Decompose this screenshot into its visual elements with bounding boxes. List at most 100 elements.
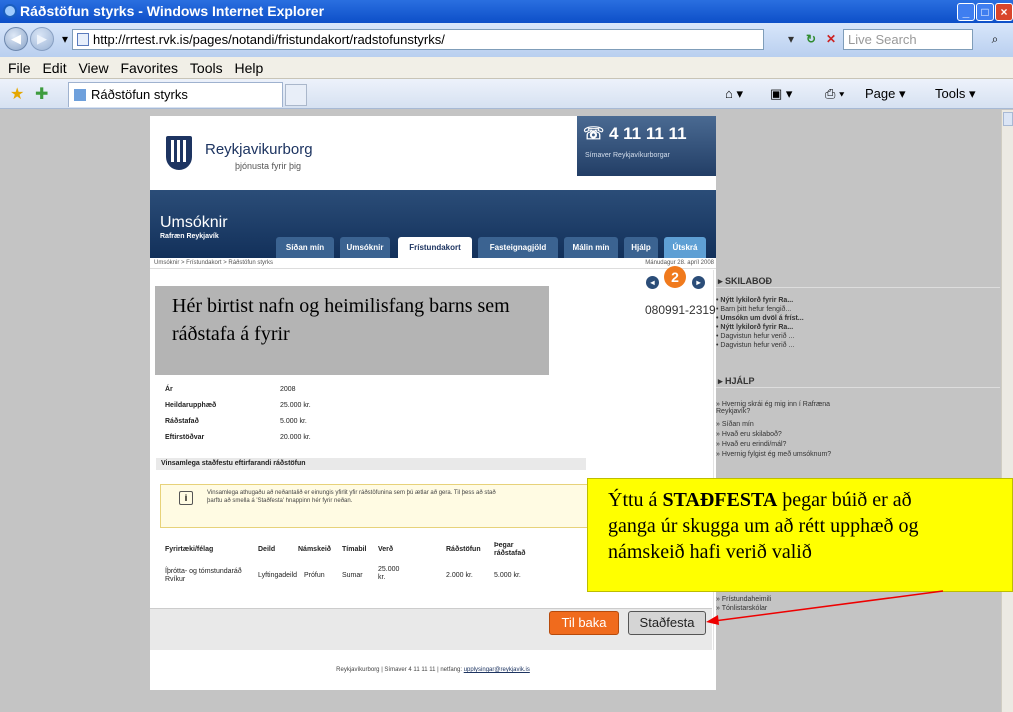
overlay-note: Hér birtist nafn og heimilisfang barns s… bbox=[172, 295, 510, 345]
nav-tab-utskra[interactable]: Útskrá bbox=[664, 237, 706, 258]
home-icon[interactable]: ⌂ ▾ bbox=[725, 85, 743, 103]
menu-favorites[interactable]: Favorites bbox=[112, 57, 178, 79]
feeds-icon[interactable]: ▣ ▾ bbox=[770, 85, 792, 103]
help-link[interactable]: » Hvað eru skilaboð? bbox=[716, 431, 782, 438]
favorites-star-icon[interactable]: ★ bbox=[10, 84, 24, 104]
page-icon bbox=[77, 33, 89, 46]
menu-bar: File Edit View Favorites Tools Help bbox=[0, 57, 1013, 79]
table-cell: Sumar bbox=[342, 572, 363, 579]
site-brand[interactable]: Reykjavikurborg bbox=[205, 141, 313, 158]
child-id-number: 080991-2319 bbox=[645, 303, 716, 317]
summary-label: Ár bbox=[165, 386, 173, 393]
phone-box: ☏ 4 11 11 11 Símaver Reykjavíkurborgar bbox=[577, 116, 716, 176]
message-item[interactable]: • Barn þitt hefur fengið... bbox=[716, 306, 791, 313]
new-tab-button[interactable] bbox=[285, 84, 307, 106]
table-header: Fyrirtæki/félag bbox=[165, 546, 214, 553]
address-toolbar: ◀ ▶ ▾ http://rrtest.rvk.is/pages/notandi… bbox=[0, 23, 1013, 57]
phone-label: Símaver Reykjavíkurborgar bbox=[585, 152, 670, 159]
forward-arrow-icon[interactable]: ▶ bbox=[30, 27, 54, 51]
info-text: Vinsamlega athugaðu að neðantalið er ein… bbox=[207, 490, 496, 504]
callout-text: Ýttu á STAÐFESTA þegar búið er að ganga … bbox=[608, 489, 919, 563]
message-item[interactable]: • Nýtt lykilorð fyrir Ra... bbox=[716, 324, 793, 331]
add-favorite-icon[interactable]: ✚ bbox=[35, 84, 48, 104]
footer-text: Reykjavíkurborg | Símaver 4 11 11 11 | n… bbox=[336, 667, 464, 673]
instruction-callout: Ýttu á STAÐFESTA þegar búið er að ganga … bbox=[587, 478, 1013, 592]
browser-tab[interactable]: Ráðstöfun styrks bbox=[68, 82, 283, 107]
callout-arrow bbox=[706, 590, 944, 625]
browser-tab-title: Ráðstöfun styrks bbox=[91, 87, 188, 102]
maximize-button[interactable]: □ bbox=[976, 3, 994, 21]
help-link[interactable]: » Hvað eru erindi/mál? bbox=[716, 441, 786, 448]
sidebar-messages-title: ▸ SKILABOÐ bbox=[716, 274, 1000, 288]
table-header: Þegar ráðstafað bbox=[494, 542, 526, 557]
section-banner: Umsóknir Rafræn Reykjavík Síðan mín Umsó… bbox=[150, 190, 716, 258]
table-cell: Lyftingadeild bbox=[258, 572, 298, 579]
menu-view[interactable]: View bbox=[70, 57, 108, 79]
nav-tab-umsoknir[interactable]: Umsóknir bbox=[340, 237, 390, 258]
help-link[interactable]: » Hvernig fylgist ég með umsóknum? bbox=[716, 451, 836, 458]
confirm-button[interactable]: Staðfesta bbox=[628, 611, 706, 635]
url-text: http://rrtest.rvk.is/pages/notandi/frist… bbox=[93, 32, 445, 47]
page-menu[interactable]: Page ▾ bbox=[865, 85, 906, 103]
search-input[interactable]: Live Search bbox=[843, 29, 973, 50]
nav-tab-hjalp[interactable]: Hjálp bbox=[624, 237, 658, 258]
footer-email-link[interactable]: upplysingar@reykjavik.is bbox=[464, 667, 530, 673]
nav-tab-malin-min[interactable]: Málin mín bbox=[564, 237, 618, 258]
section-subtitle: Rafræn Reykjavík bbox=[160, 233, 219, 240]
menu-help[interactable]: Help bbox=[227, 57, 264, 79]
menu-tools[interactable]: Tools bbox=[182, 57, 223, 79]
site-header: Reykjavikurborg þjónusta fyrir þig ☏ 4 1… bbox=[150, 116, 716, 190]
message-item[interactable]: • Nýtt lykilorð fyrir Ra... bbox=[716, 297, 793, 304]
summary-label: Ráðstafað bbox=[165, 418, 199, 425]
vertical-scrollbar[interactable] bbox=[1001, 110, 1013, 712]
summary-value: 5.000 kr. bbox=[280, 418, 307, 425]
search-icon[interactable]: ⌕ bbox=[985, 30, 1005, 48]
ie-icon bbox=[3, 4, 17, 18]
table-cell: 2.000 kr. bbox=[446, 572, 473, 579]
tab-page-icon bbox=[74, 89, 86, 101]
address-input[interactable]: http://rrtest.rvk.is/pages/notandi/frist… bbox=[72, 29, 764, 50]
next-step-icon[interactable]: ▸ bbox=[692, 276, 705, 289]
minimize-button[interactable]: _ bbox=[957, 3, 975, 21]
nav-tab-fasteignagjold[interactable]: Fasteignagjöld bbox=[478, 237, 558, 258]
table-header: Námskeið bbox=[298, 546, 332, 553]
help-link[interactable]: » Hvernig skrái ég mig inn í Rafræna Rey… bbox=[716, 401, 836, 415]
summary-value: 2008 bbox=[280, 386, 296, 393]
reykjavik-logo-icon[interactable] bbox=[166, 136, 192, 170]
browser-tab-bar: ★ ✚ Ráðstöfun styrks ⌂ ▾ ▣ ▾ ⎙ ▾ Page ▾ … bbox=[0, 79, 1013, 109]
tools-menu[interactable]: Tools ▾ bbox=[935, 85, 976, 103]
summary-value: 20.000 kr. bbox=[280, 434, 311, 441]
refresh-icon[interactable]: ↻ bbox=[801, 30, 821, 48]
back-arrow-icon[interactable]: ◀ bbox=[4, 27, 28, 51]
scrollbar-thumb[interactable] bbox=[1003, 112, 1013, 126]
message-item[interactable]: • Umsókn um dvöl á fríst... bbox=[716, 315, 804, 322]
stop-icon[interactable]: ✕ bbox=[821, 30, 841, 48]
table-header: Tímabil bbox=[342, 546, 367, 553]
site-tagline: þjónusta fyrir þig bbox=[235, 161, 302, 171]
nav-tab-sidan-min[interactable]: Síðan mín bbox=[276, 237, 334, 258]
menu-edit[interactable]: Edit bbox=[34, 57, 66, 79]
address-dropdown-icon[interactable]: ▾ bbox=[781, 30, 801, 48]
section-title: Umsóknir bbox=[160, 214, 228, 231]
table-header: Ráðstöfun bbox=[446, 546, 481, 553]
breadcrumb-bar: Umsóknir > Frístundakort > Ráðstöfun sty… bbox=[150, 258, 716, 269]
table-header: Deild bbox=[258, 546, 276, 553]
phone-number: 4 11 11 11 bbox=[608, 124, 687, 143]
window-title: Ráðstöfun styrks - Windows Internet Expl… bbox=[20, 3, 325, 19]
close-button[interactable]: × bbox=[995, 3, 1013, 21]
back-button[interactable]: Til baka bbox=[549, 611, 619, 635]
breadcrumb[interactable]: Umsóknir > Frístundakort > Ráðstöfun sty… bbox=[154, 258, 273, 269]
message-item[interactable]: • Dagvistun hefur verið ... bbox=[716, 333, 794, 340]
nav-tab-fristundakort[interactable]: Frístundakort bbox=[398, 237, 472, 258]
summary-label: Eftirstöðvar bbox=[165, 434, 205, 441]
print-icon[interactable]: ⎙ ▾ bbox=[825, 85, 844, 103]
menu-file[interactable]: File bbox=[0, 57, 31, 79]
message-item[interactable]: • Dagvistun hefur verið ... bbox=[716, 342, 794, 349]
prev-step-icon[interactable]: ◂ bbox=[646, 276, 659, 289]
site-footer: Reykjavíkurborg | Símaver 4 11 11 11 | n… bbox=[150, 650, 716, 690]
confirm-section-header: Vinsamlega staðfestu eftirfarandi ráðstö… bbox=[156, 458, 586, 470]
summary-value: 25.000 kr. bbox=[280, 402, 311, 409]
table-cell: 5.000 kr. bbox=[494, 572, 521, 579]
table-cell: 25.000 kr. bbox=[378, 566, 400, 581]
help-link[interactable]: » Síðan mín bbox=[716, 421, 754, 428]
